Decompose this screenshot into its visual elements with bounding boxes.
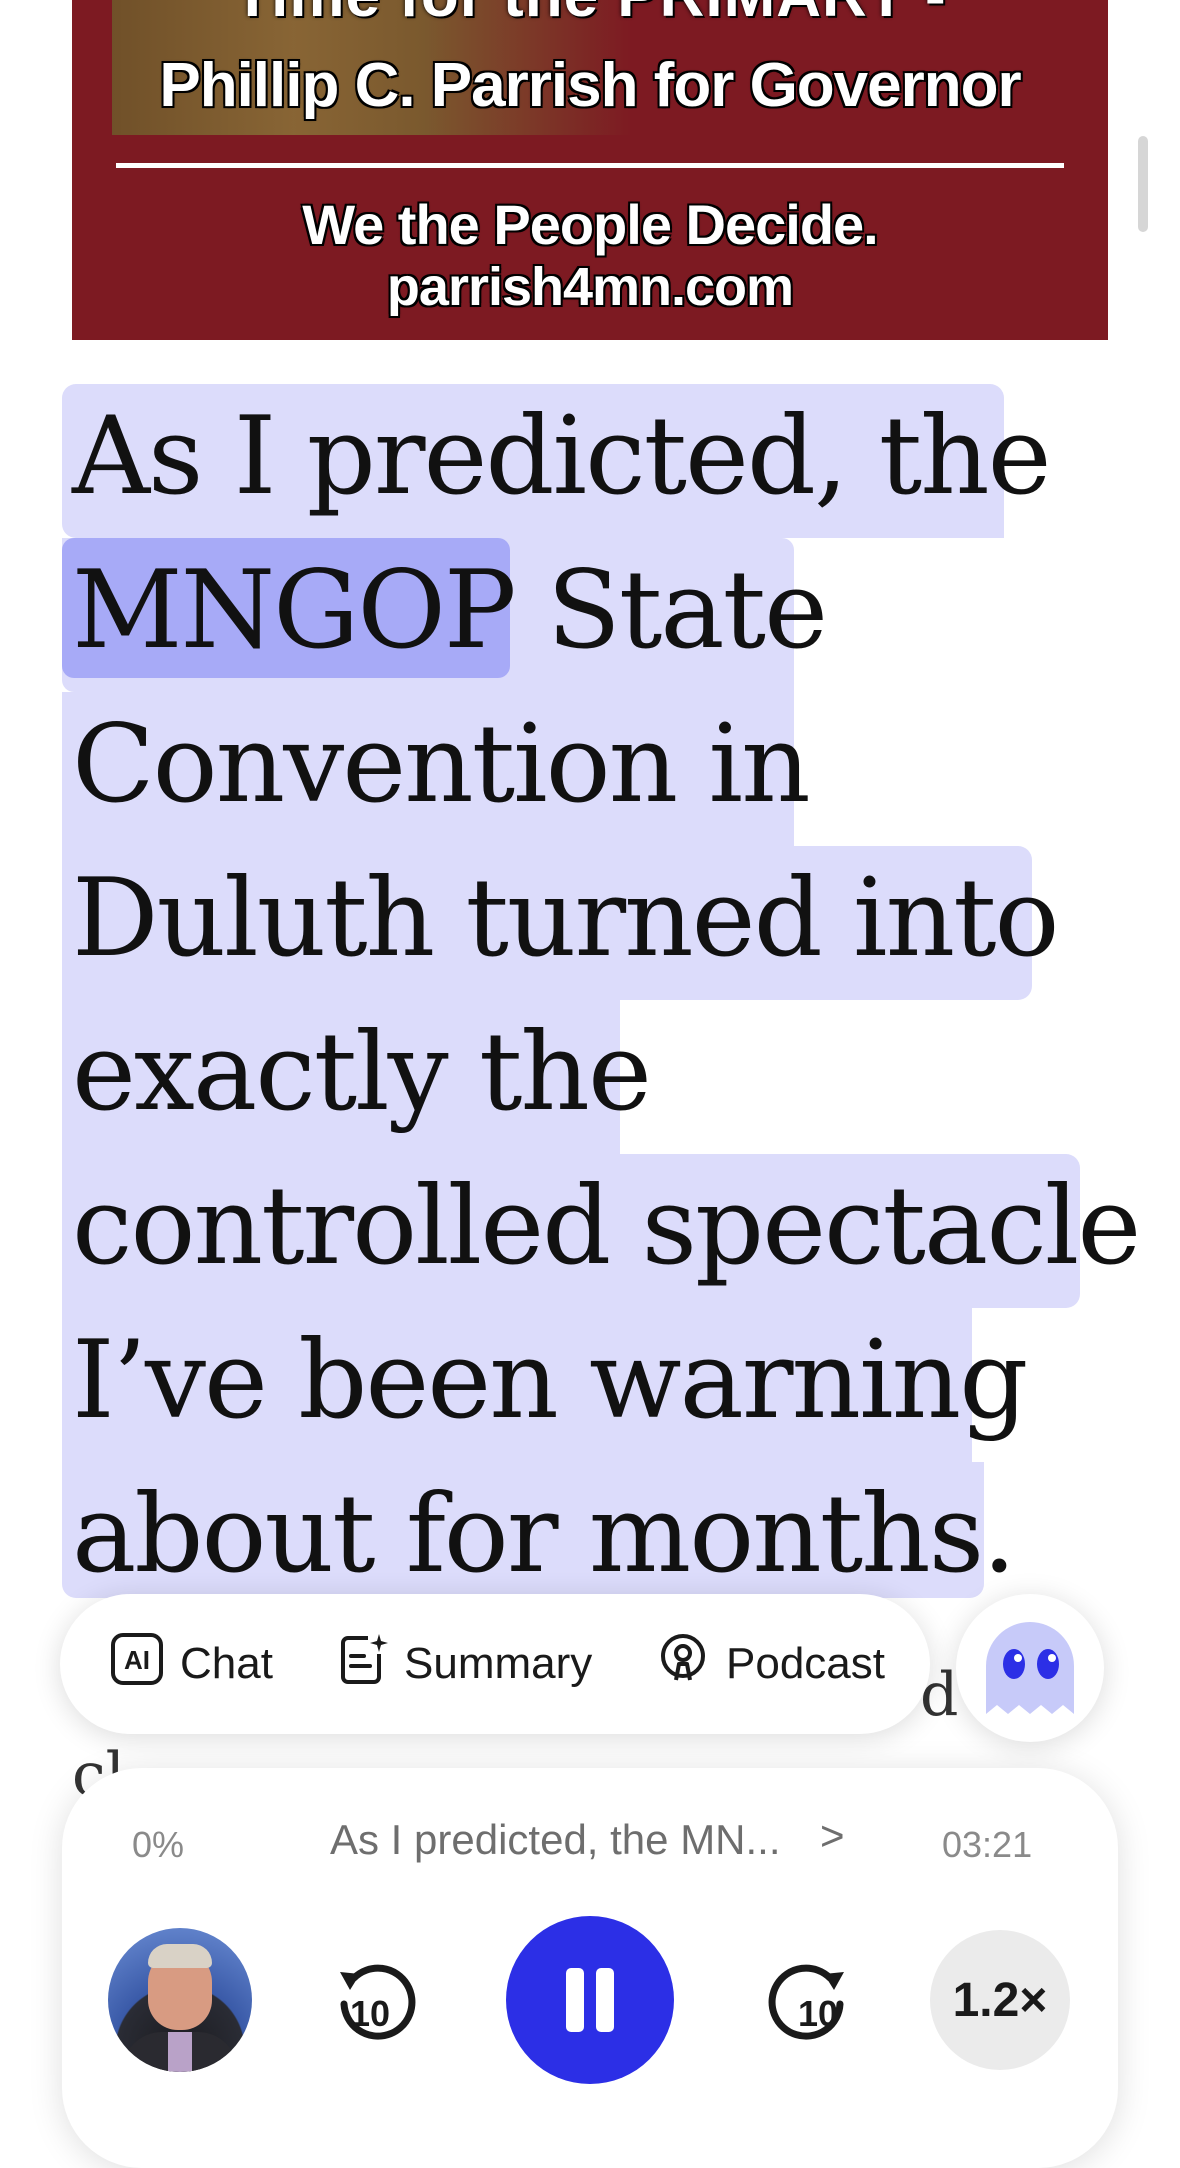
playback-speed-button[interactable]: 1.2× [930,1930,1070,2070]
article-line[interactable]: As I predicted, the [72,380,1052,534]
podcast-icon [656,1632,726,1697]
article-line[interactable]: exactly the [72,996,652,1150]
campaign-banner: Time for the PRIMARY - Phillip C. Parris… [72,0,1108,340]
ghost-assistant-icon [956,1622,1104,1746]
ai-actions-bar: AI Chat Summary Podcast [60,1594,930,1734]
summary-icon [338,1632,404,1697]
avatar-hair [148,1944,212,1968]
banner-cut-line: Time for the PRIMARY - [72,0,1108,31]
summary-button[interactable]: Summary [338,1594,592,1734]
banner-divider [116,163,1064,168]
summary-label: Summary [404,1639,593,1688]
svg-text:AI: AI [124,1645,150,1675]
chat-button[interactable]: AI Chat [110,1594,273,1734]
article-line[interactable]: Convention in [72,688,811,842]
track-title[interactable]: As I predicted, the MN... [330,1816,781,1864]
scrollbar[interactable] [1138,136,1148,232]
progress-percent: 0% [132,1824,185,1865]
assistant-button[interactable] [956,1594,1104,1742]
article-line[interactable]: about for months. [72,1458,1016,1612]
banner-headline: Phillip C. Parrish for Governor [159,51,1021,120]
track-duration: 03:21 [942,1824,1033,1865]
author-avatar[interactable] [108,1928,252,2072]
article-line[interactable]: I’ve been warning [72,1304,1028,1458]
banner-website: parrish4mn.com [386,257,794,317]
svg-text:10: 10 [798,1993,838,2034]
podcast-label: Podcast [726,1639,885,1688]
banner-slogan: We the People Decide. [302,193,878,256]
article-line[interactable]: MNGOP State [72,534,828,688]
chat-label: Chat [180,1639,273,1688]
skip-back-button[interactable]: 10 [326,1952,422,2053]
skip-forward-10-icon: 10 [762,1964,858,2052]
skip-forward-button[interactable]: 10 [762,1952,858,2053]
ai-chat-icon: AI [110,1632,180,1697]
avatar-shirt [168,2032,192,2072]
pause-button[interactable] [506,1916,674,2084]
svg-text:10: 10 [350,1993,390,2034]
article-line[interactable]: Duluth turned into [72,842,1060,996]
article-line[interactable]: controlled spectacle [72,1150,1141,1304]
chevron-right-icon[interactable]: > [820,1812,845,1860]
skip-back-10-icon: 10 [326,1964,422,2052]
podcast-button[interactable]: Podcast [656,1594,885,1734]
